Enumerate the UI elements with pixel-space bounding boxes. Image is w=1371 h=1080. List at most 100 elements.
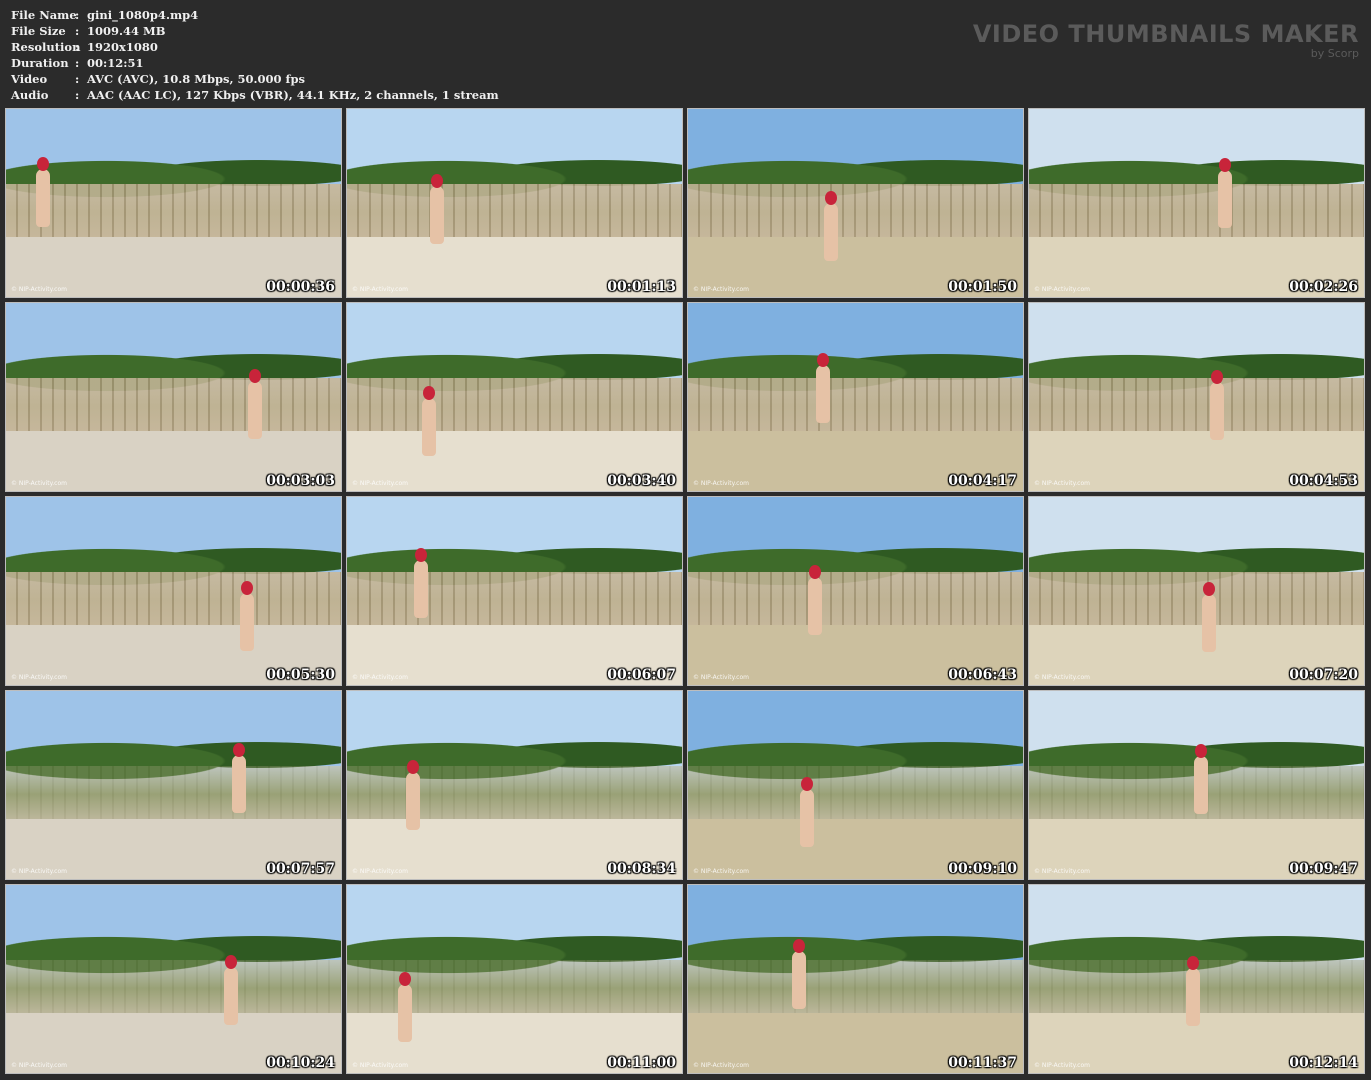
timestamp-label: 00:07:20	[1289, 667, 1358, 683]
watermark-text: © NIP-Activity.com	[352, 674, 408, 681]
timestamp-label: 00:03:40	[607, 473, 676, 489]
watermark-text: © NIP-Activity.com	[11, 868, 67, 875]
watermark-text: © NIP-Activity.com	[1034, 674, 1090, 681]
timestamp-label: 00:06:07	[607, 667, 676, 683]
info-separator: :	[75, 40, 80, 54]
video-thumbnail: © NIP-Activity.com 00:10:24	[5, 884, 342, 1074]
info-value: AAC (AAC LC), 127 Kbps (VBR), 44.1 KHz, …	[87, 88, 499, 102]
watermark-text: © NIP-Activity.com	[1034, 286, 1090, 293]
watermark-text: © NIP-Activity.com	[11, 286, 67, 293]
timestamp-label: 00:04:17	[948, 473, 1017, 489]
timestamp-label: 00:02:26	[1289, 279, 1358, 295]
timestamp-label: 00:10:24	[266, 1055, 335, 1071]
watermark-text: © NIP-Activity.com	[1034, 868, 1090, 875]
brand-title: VIDEO THUMBNAILS MAKER	[972, 20, 1359, 48]
video-thumbnail: © NIP-Activity.com 00:03:40	[346, 302, 683, 492]
thumbnail-frame-image	[688, 109, 1023, 297]
watermark-text: © NIP-Activity.com	[693, 868, 749, 875]
thumbnail-frame-image	[1029, 303, 1364, 491]
info-row-filesize: File Size : 1009.44 MB	[11, 23, 499, 39]
watermark-text: © NIP-Activity.com	[11, 480, 67, 487]
thumbnail-frame-image	[688, 885, 1023, 1073]
info-key: Resolution	[11, 40, 81, 54]
video-thumbnail: © NIP-Activity.com 00:12:14	[1028, 884, 1365, 1074]
info-key: Duration	[11, 56, 69, 70]
thumbnail-frame-image	[347, 497, 682, 685]
info-row-duration: Duration : 00:12:51	[11, 55, 499, 71]
timestamp-label: 00:01:13	[607, 279, 676, 295]
thumbnail-grid: © NIP-Activity.com 00:00:36 © NIP-Activity…	[5, 108, 1365, 1074]
video-thumbnail: © NIP-Activity.com 00:01:50	[687, 108, 1024, 298]
watermark-text: © NIP-Activity.com	[1034, 480, 1090, 487]
thumbnail-frame-image	[6, 303, 341, 491]
video-thumbnail: © NIP-Activity.com 00:11:00	[346, 884, 683, 1074]
info-key: Video	[11, 72, 48, 86]
info-row-filename: File Name : gini_1080p4.mp4	[11, 7, 499, 23]
info-value: 1009.44 MB	[87, 24, 166, 38]
thumbnail-frame-image	[6, 691, 341, 879]
info-row-audio: Audio : AAC (AAC LC), 127 Kbps (VBR), 44…	[11, 87, 499, 103]
thumbnail-frame-image	[347, 109, 682, 297]
timestamp-label: 00:09:10	[948, 861, 1017, 877]
info-row-video: Video : AVC (AVC), 10.8 Mbps, 50.000 fps	[11, 71, 499, 87]
timestamp-label: 00:11:00	[607, 1055, 676, 1071]
info-key: File Size	[11, 24, 66, 38]
timestamp-label: 00:01:50	[948, 279, 1017, 295]
video-thumbnail: © NIP-Activity.com 00:00:36	[5, 108, 342, 298]
watermark-text: © NIP-Activity.com	[693, 674, 749, 681]
thumbnail-frame-image	[6, 885, 341, 1073]
watermark-text: © NIP-Activity.com	[352, 1062, 408, 1069]
timestamp-label: 00:11:37	[948, 1055, 1017, 1071]
info-separator: :	[75, 88, 80, 102]
watermark-text: © NIP-Activity.com	[352, 286, 408, 293]
video-thumbnail: © NIP-Activity.com 00:04:17	[687, 302, 1024, 492]
timestamp-label: 00:08:34	[607, 861, 676, 877]
info-row-resolution: Resolution : 1920x1080	[11, 39, 499, 55]
info-separator: :	[75, 8, 80, 22]
thumbnail-frame-image	[1029, 109, 1364, 297]
watermark-text: © NIP-Activity.com	[693, 480, 749, 487]
thumbnail-frame-image	[6, 109, 341, 297]
info-value: gini_1080p4.mp4	[87, 8, 199, 22]
watermark-text: © NIP-Activity.com	[11, 1062, 67, 1069]
info-value: 00:12:51	[87, 56, 144, 70]
watermark-text: © NIP-Activity.com	[1034, 1062, 1090, 1069]
video-thumbnail: © NIP-Activity.com 00:02:26	[1028, 108, 1365, 298]
info-value: AVC (AVC), 10.8 Mbps, 50.000 fps	[87, 72, 306, 86]
thumbnail-frame-image	[688, 303, 1023, 491]
thumbnail-frame-image	[1029, 497, 1364, 685]
thumbnail-frame-image	[1029, 885, 1364, 1073]
video-thumbnail: © NIP-Activity.com 00:06:07	[346, 496, 683, 686]
video-thumbnail: © NIP-Activity.com 00:01:13	[346, 108, 683, 298]
info-separator: :	[75, 56, 80, 70]
video-thumbnail: © NIP-Activity.com 00:09:10	[687, 690, 1024, 880]
timestamp-label: 00:04:53	[1289, 473, 1358, 489]
video-thumbnail: © NIP-Activity.com 00:07:20	[1028, 496, 1365, 686]
watermark-text: © NIP-Activity.com	[11, 674, 67, 681]
info-key: Audio	[11, 88, 49, 102]
thumbnail-frame-image	[347, 303, 682, 491]
video-thumbnail: © NIP-Activity.com 00:09:47	[1028, 690, 1365, 880]
video-thumbnail: © NIP-Activity.com 00:11:37	[687, 884, 1024, 1074]
video-thumbnail: © NIP-Activity.com 00:06:43	[687, 496, 1024, 686]
info-separator: :	[75, 72, 80, 86]
brand-logo: VIDEO THUMBNAILS MAKER by Scorp	[973, 20, 1359, 60]
watermark-text: © NIP-Activity.com	[693, 1062, 749, 1069]
thumbnail-frame-image	[347, 885, 682, 1073]
thumbnail-frame-image	[688, 691, 1023, 879]
thumbnail-frame-image	[1029, 691, 1364, 879]
timestamp-label: 00:09:47	[1289, 861, 1358, 877]
timestamp-label: 00:12:14	[1289, 1055, 1358, 1071]
watermark-text: © NIP-Activity.com	[693, 286, 749, 293]
info-key: File Name	[11, 8, 77, 22]
thumbnail-frame-image	[347, 691, 682, 879]
video-thumbnail: © NIP-Activity.com 00:07:57	[5, 690, 342, 880]
video-thumbnail: © NIP-Activity.com 00:05:30	[5, 496, 342, 686]
timestamp-label: 00:00:36	[266, 279, 335, 295]
video-thumbnail: © NIP-Activity.com 00:04:53	[1028, 302, 1365, 492]
timestamp-label: 00:07:57	[266, 861, 335, 877]
brand-subtitle: by Scorp	[1310, 47, 1359, 60]
video-thumbnail: © NIP-Activity.com 00:08:34	[346, 690, 683, 880]
file-info-panel: File Name : gini_1080p4.mp4 File Size : …	[11, 7, 499, 103]
timestamp-label: 00:03:03	[266, 473, 335, 489]
